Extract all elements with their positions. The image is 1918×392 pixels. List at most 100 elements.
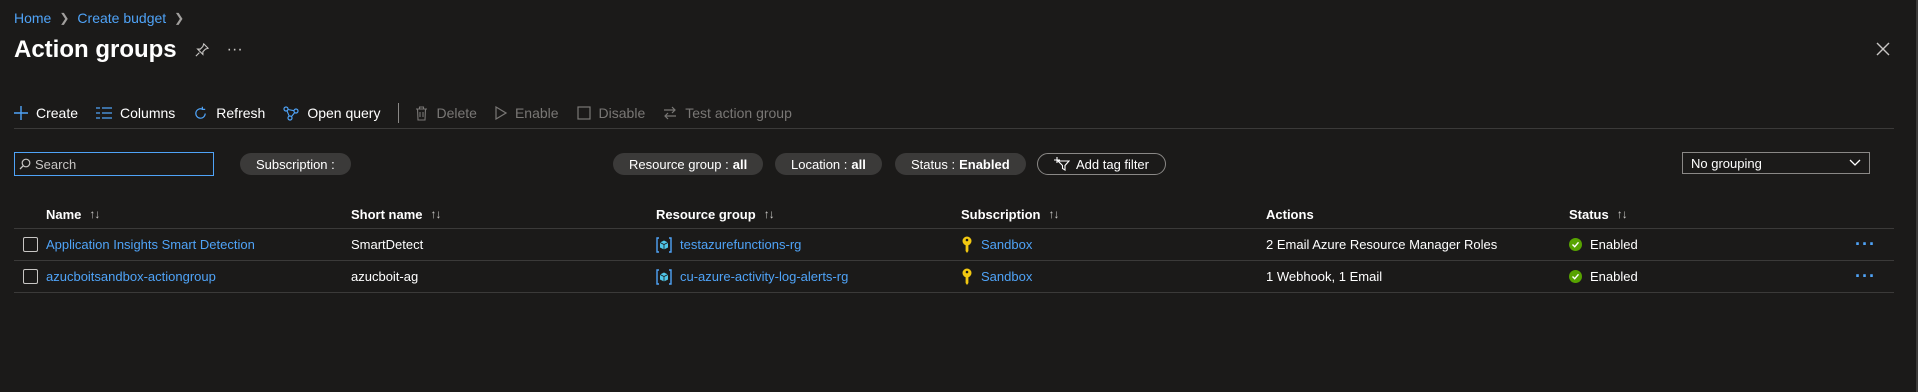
name-cell: Application Insights Smart Detection — [46, 237, 351, 252]
filter-bar: Subscription : Resource group :all Locat… — [14, 152, 1894, 176]
header-actions: Actions — [1266, 207, 1569, 222]
row-more-cell: ··· — [1849, 266, 1894, 287]
header-status-label: Status — [1569, 206, 1609, 222]
sort-icon[interactable]: ↑↓ — [1048, 207, 1059, 221]
trash-icon — [416, 105, 428, 121]
more-options-icon[interactable]: ··· — [227, 41, 243, 59]
location-filter-label: Location : — [791, 156, 848, 172]
subscription-link[interactable]: Sandbox — [981, 269, 1032, 284]
plus-icon — [14, 106, 28, 120]
resource-group-link[interactable]: cu-azure-activity-log-alerts-rg — [680, 269, 848, 284]
delete-button[interactable]: Delete — [415, 101, 477, 125]
subscription-cell: Sandbox — [961, 236, 1266, 254]
resource-group-link[interactable]: testazurefunctions-rg — [680, 237, 801, 252]
command-bar: Create Columns Refresh Open query Delete… — [14, 98, 1894, 129]
columns-button[interactable]: Columns — [96, 101, 175, 125]
add-filter-icon — [1054, 157, 1070, 171]
search-box[interactable] — [14, 152, 214, 176]
resource-group-filter-pill[interactable]: Resource group : all — [613, 153, 764, 175]
actions-cell: 2 Email Azure Resource Manager Roles — [1266, 237, 1569, 252]
location-filter-pill[interactable]: Location : all — [775, 153, 882, 175]
status-text: Enabled — [1590, 237, 1638, 252]
name-cell: azucboitsandbox-actiongroup — [46, 269, 351, 284]
refresh-label: Refresh — [216, 105, 266, 121]
location-filter-value: all — [851, 156, 866, 172]
row-checkbox[interactable] — [22, 237, 38, 252]
sort-icon[interactable]: ↑↓ — [431, 207, 442, 221]
action-group-name-link[interactable]: azucboitsandbox-actiongroup — [46, 269, 216, 284]
header-resource-group[interactable]: Resource group ↑↓ — [656, 207, 961, 222]
key-icon — [962, 268, 972, 285]
row-more-cell: ··· — [1849, 234, 1894, 255]
action-group-name-link[interactable]: Application Insights Smart Detection — [46, 237, 255, 252]
test-action-group-label: Test action group — [685, 105, 792, 121]
resource-group-filter-value: all — [732, 156, 748, 172]
resource-group-cell: cu-azure-activity-log-alerts-rg — [656, 268, 961, 285]
resource-group-filter-label: Resource group : — [629, 156, 729, 172]
swap-arrows-icon — [664, 106, 677, 120]
resource-group-cell: testazurefunctions-rg — [656, 236, 961, 253]
status-filter-pill[interactable]: Status : Enabled — [895, 153, 1026, 175]
open-query-label: Open query — [307, 105, 381, 121]
search-icon — [19, 158, 31, 170]
actions-cell: 1 Webhook, 1 Email — [1266, 269, 1569, 284]
chevron-down-icon — [1849, 159, 1861, 166]
chevron-right-icon: ❯ — [174, 11, 185, 25]
table-row: azucboitsandbox-actiongroup azucboit-ag … — [14, 261, 1894, 293]
table-row: Application Insights Smart Detection Sma… — [14, 229, 1894, 261]
subscription-cell: Sandbox — [961, 268, 1266, 286]
subscription-filter-pill[interactable]: Subscription : — [240, 153, 351, 175]
row-checkbox[interactable] — [22, 269, 38, 284]
status-cell: Enabled — [1569, 237, 1849, 252]
pin-icon[interactable] — [195, 43, 209, 57]
chevron-right-icon: ❯ — [59, 11, 70, 25]
header-short-name[interactable]: Short name ↑↓ — [351, 207, 656, 222]
header-subscription[interactable]: Subscription ↑↓ — [961, 207, 1266, 222]
refresh-button[interactable]: Refresh — [193, 101, 265, 125]
short-name: azucboit-ag — [351, 269, 419, 284]
header-status[interactable]: Status ↑↓ — [1569, 207, 1849, 222]
header-actions-label: Actions — [1266, 206, 1314, 222]
search-input[interactable] — [31, 156, 209, 172]
sort-icon[interactable]: ↑↓ — [89, 207, 100, 221]
header-subscription-label: Subscription — [961, 206, 1041, 222]
breadcrumb-create-budget[interactable]: Create budget — [77, 10, 166, 26]
enable-button[interactable]: Enable — [495, 101, 559, 125]
grouping-value: No grouping — [1691, 155, 1762, 171]
grouping-dropdown[interactable]: No grouping — [1682, 152, 1870, 174]
add-tag-filter-label: Add tag filter — [1076, 156, 1149, 172]
check-circle-icon — [1569, 270, 1582, 283]
short-name-cell: SmartDetect — [351, 237, 656, 252]
status-filter-value: Enabled — [959, 156, 1010, 172]
row-more-icon[interactable]: ··· — [1855, 266, 1876, 287]
play-icon — [495, 106, 507, 120]
row-check-cell — [14, 269, 46, 284]
test-action-group-button[interactable]: Test action group — [663, 101, 792, 125]
short-name-cell: azucboit-ag — [351, 269, 656, 284]
check-circle-icon — [1569, 238, 1582, 251]
subscription-link[interactable]: Sandbox — [981, 237, 1032, 252]
actions-summary: 1 Webhook, 1 Email — [1266, 269, 1383, 284]
breadcrumb-home[interactable]: Home — [14, 10, 51, 26]
breadcrumb: Home ❯ Create budget ❯ — [14, 10, 184, 26]
sort-icon[interactable]: ↑↓ — [1617, 207, 1628, 221]
query-icon — [283, 105, 299, 121]
actions-summary: 2 Email Azure Resource Manager Roles — [1266, 237, 1498, 252]
columns-label: Columns — [120, 105, 176, 121]
open-query-button[interactable]: Open query — [283, 101, 380, 125]
sort-icon[interactable]: ↑↓ — [764, 207, 775, 221]
add-tag-filter-button[interactable]: Add tag filter — [1037, 153, 1166, 175]
header-resource-group-label: Resource group — [656, 206, 756, 222]
title-row: Action groups ··· — [14, 36, 243, 64]
refresh-icon — [195, 106, 207, 119]
short-name: SmartDetect — [351, 237, 424, 252]
close-icon[interactable] — [1876, 42, 1890, 56]
row-check-cell — [14, 237, 46, 252]
create-button[interactable]: Create — [14, 101, 78, 125]
resource-group-icon — [656, 236, 672, 253]
stop-icon — [576, 106, 591, 120]
row-more-icon[interactable]: ··· — [1855, 234, 1876, 255]
columns-icon — [96, 107, 113, 119]
header-name[interactable]: Name ↑↓ — [46, 207, 351, 222]
disable-button[interactable]: Disable — [576, 101, 645, 125]
